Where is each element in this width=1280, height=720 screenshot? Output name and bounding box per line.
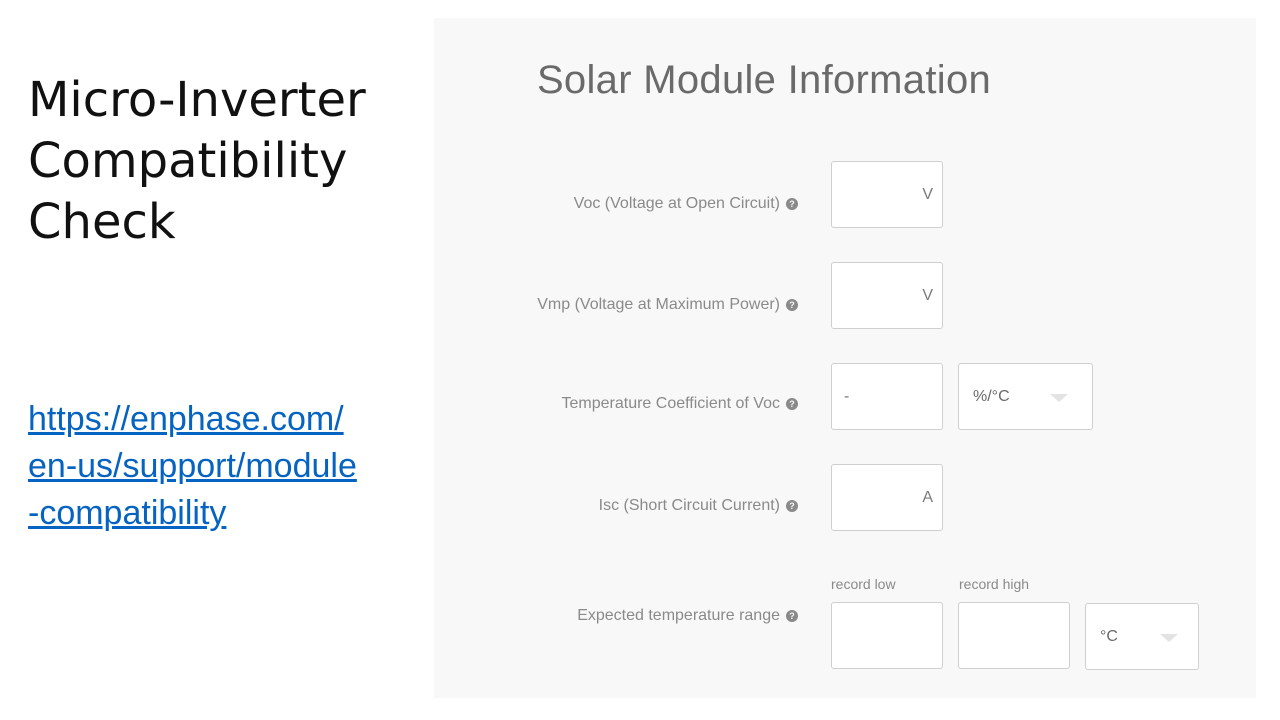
help-icon[interactable]: ? [786,398,798,410]
temp-range-unit-value: °C [1100,627,1118,645]
voc-input[interactable]: V [831,161,943,228]
isc-label: Isc (Short Circuit Current) [598,497,780,514]
form-title: Solar Module Information [536,58,992,102]
temp-coeff-input[interactable]: - [831,363,943,430]
chevron-down-icon [1050,393,1068,402]
help-icon[interactable]: ? [786,500,798,512]
temp-range-unit-select[interactable]: °C [1085,603,1199,670]
voc-unit: V [922,185,933,203]
vmp-label: Vmp (Voltage at Maximum Power) [537,296,780,313]
help-icon[interactable]: ? [786,299,798,311]
record-high-label: record high [959,576,1030,592]
temp-range-label: Expected temperature range [577,607,780,624]
vmp-input[interactable]: V [831,262,943,329]
negative-prefix: - [844,387,850,405]
vmp-label-row: Vmp (Voltage at Maximum Power) ? [537,296,798,314]
link-line[interactable]: -compatibility [28,490,428,537]
temp-coeff-unit-value: %/°C [973,387,1010,405]
slide-title-line: Micro-Inverter [28,72,366,128]
record-low-input[interactable] [831,602,943,669]
chevron-down-icon [1160,633,1178,642]
temp-range-label-row: Expected temperature range ? [577,607,798,625]
record-low-label: record low [831,576,896,592]
module-compatibility-link[interactable]: https://enphase.com/ en-us/support/modul… [28,396,428,537]
temp-coeff-label: Temperature Coefficient of Voc [561,395,781,412]
slide-title: Micro-Inverter Compatibility Check [28,70,428,253]
record-high-input[interactable] [958,602,1070,669]
vmp-unit: V [922,286,933,304]
isc-label-row: Isc (Short Circuit Current) ? [599,497,798,515]
isc-input[interactable]: A [831,464,943,531]
solar-module-form: Solar Module Information Voc (Voltage at… [434,18,1256,698]
voc-label-row: Voc (Voltage at Open Circuit) ? [574,195,798,213]
temp-coeff-unit-select[interactable]: %/°C [958,363,1093,430]
isc-unit: A [922,488,933,506]
temp-coeff-label-row: Temperature Coefficient of Voc ? [561,395,798,413]
link-line[interactable]: https://enphase.com/ [28,396,428,443]
help-icon[interactable]: ? [786,198,798,210]
slide-title-line: Check [28,194,176,250]
link-line[interactable]: en-us/support/module [28,443,428,490]
help-icon[interactable]: ? [786,610,798,622]
voc-label: Voc (Voltage at Open Circuit) [573,195,780,212]
slide-title-line: Compatibility [28,133,348,189]
